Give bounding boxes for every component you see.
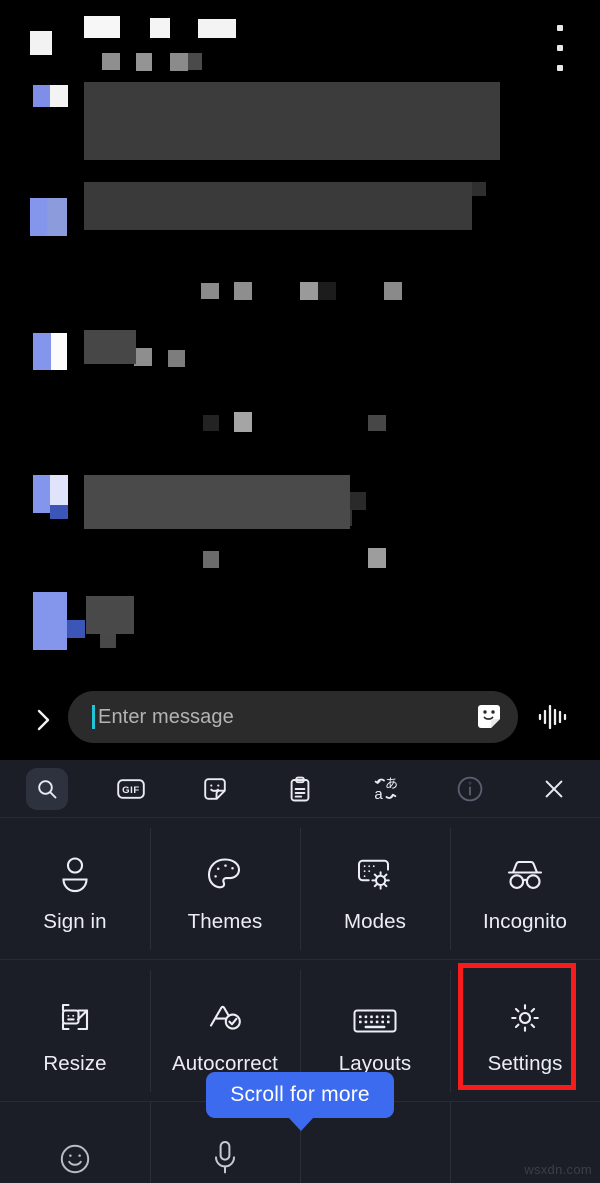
- gif-icon: GIF: [116, 777, 146, 801]
- chevron-right-icon[interactable]: [27, 704, 59, 736]
- censored-pixel-block: [33, 333, 51, 370]
- censored-pixel-block: [188, 53, 202, 70]
- resize-icon: [54, 986, 96, 1038]
- clipboard-icon: [288, 776, 312, 803]
- grid-item-label: Modes: [343, 910, 407, 933]
- censored-pixel-block: [33, 85, 50, 107]
- keyboard-icon: [351, 986, 399, 1038]
- censored-pixel-block: [86, 596, 134, 634]
- tooltip-label: Scroll for more: [230, 1083, 370, 1106]
- grid-item-emoji[interactable]: [0, 1102, 150, 1183]
- censored-pixel-block: [384, 282, 402, 300]
- toolbar-info-button[interactable]: [449, 768, 491, 810]
- incognito-icon: [500, 844, 550, 896]
- microphone-icon: [210, 1130, 240, 1178]
- censored-pixel-block: [30, 31, 52, 55]
- censored-pixel-block: [50, 475, 68, 505]
- search-icon: [35, 777, 60, 802]
- toolbar-close-button[interactable]: [533, 768, 575, 810]
- censored-pixel-block: [134, 348, 152, 366]
- voice-waveform-icon[interactable]: [536, 702, 570, 732]
- censored-pixel-block: [84, 16, 120, 38]
- gear-icon: [505, 986, 545, 1038]
- keyboard-grid-row: Sign in Themes Modes Incognito: [0, 818, 600, 960]
- grid-item-settings[interactable]: Settings: [450, 960, 600, 1102]
- grid-item-modes[interactable]: Modes: [300, 818, 450, 960]
- kebab-menu-icon[interactable]: [556, 25, 564, 71]
- scroll-for-more-tooltip[interactable]: Scroll for more: [206, 1072, 394, 1118]
- phone-screen: Enter message GIF a あ Sign in Themes Mod…: [0, 0, 600, 1183]
- message-input-placeholder: Enter message: [98, 705, 234, 728]
- grid-item-label: Settings: [487, 1052, 563, 1075]
- censored-pixel-block: [84, 182, 472, 230]
- censored-pixel-block: [368, 415, 386, 431]
- message-input[interactable]: Enter message: [68, 691, 518, 743]
- censored-pixel-block: [234, 412, 252, 432]
- user-icon: [55, 844, 95, 896]
- censored-pixel-block: [51, 333, 67, 370]
- grid-item-sign-in[interactable]: Sign in: [0, 818, 150, 960]
- close-icon: [541, 776, 567, 802]
- censored-pixel-block: [100, 634, 116, 648]
- chat-conversation-area[interactable]: [0, 0, 600, 680]
- censored-pixel-block: [50, 505, 68, 519]
- censored-pixel-block: [318, 282, 336, 300]
- censored-pixel-block: [203, 551, 219, 568]
- grid-item-label: Sign in: [43, 910, 107, 933]
- censored-pixel-block: [203, 415, 219, 431]
- sticker-icon[interactable]: [474, 702, 504, 732]
- censored-pixel-block: [168, 350, 185, 367]
- autocorrect-icon: [203, 986, 247, 1038]
- info-icon: [456, 775, 484, 803]
- grid-item-label: Themes: [187, 910, 263, 933]
- censored-pixel-block: [33, 592, 67, 650]
- toolbar-stickers-button[interactable]: [194, 768, 236, 810]
- toolbar-translate-button[interactable]: a あ: [364, 768, 406, 810]
- svg-text:GIF: GIF: [122, 785, 140, 796]
- grid-item-resize[interactable]: Resize: [0, 960, 150, 1102]
- smiley-icon: [56, 1130, 94, 1178]
- grid-item-themes[interactable]: Themes: [150, 818, 300, 960]
- svg-text:a: a: [374, 786, 383, 803]
- censored-pixel-block: [136, 53, 152, 71]
- text-cursor: [92, 705, 95, 729]
- censored-pixel-block: [50, 85, 68, 107]
- tooltip-arrow: [288, 1117, 314, 1131]
- censored-pixel-block: [67, 620, 85, 638]
- grid-item-incognito[interactable]: Incognito: [450, 818, 600, 960]
- toolbar-search-button[interactable]: [26, 768, 68, 810]
- grid-item-label: Incognito: [482, 910, 568, 933]
- toolbar-gif-button[interactable]: GIF: [110, 768, 152, 810]
- censored-pixel-block: [170, 53, 188, 71]
- censored-pixel-block: [30, 198, 47, 236]
- censored-pixel-block: [201, 283, 219, 299]
- modes-gear-icon: [353, 844, 397, 896]
- watermark: wsxdn.com: [524, 1162, 592, 1177]
- translate-icon: a あ: [370, 775, 400, 803]
- palette-icon: [204, 844, 246, 896]
- censored-pixel-block: [368, 548, 386, 568]
- toolbar-clipboard-button[interactable]: [279, 768, 321, 810]
- censored-pixel-block: [33, 475, 50, 513]
- svg-text:あ: あ: [385, 777, 398, 792]
- censored-pixel-block: [350, 492, 366, 510]
- censored-pixel-block: [84, 82, 500, 160]
- censored-pixel-block: [47, 198, 67, 236]
- censored-pixel-block: [300, 282, 318, 300]
- censored-pixel-block: [234, 282, 252, 300]
- grid-item-label: Resize: [43, 1052, 107, 1075]
- censored-pixel-block: [150, 18, 170, 38]
- censored-pixel-block: [102, 53, 120, 70]
- censored-pixel-block: [84, 330, 136, 364]
- censored-pixel-block: [84, 475, 350, 529]
- keyboard-toolbar: GIF a あ: [0, 760, 600, 818]
- sticker-icon: [202, 776, 228, 802]
- censored-pixel-block: [198, 19, 236, 38]
